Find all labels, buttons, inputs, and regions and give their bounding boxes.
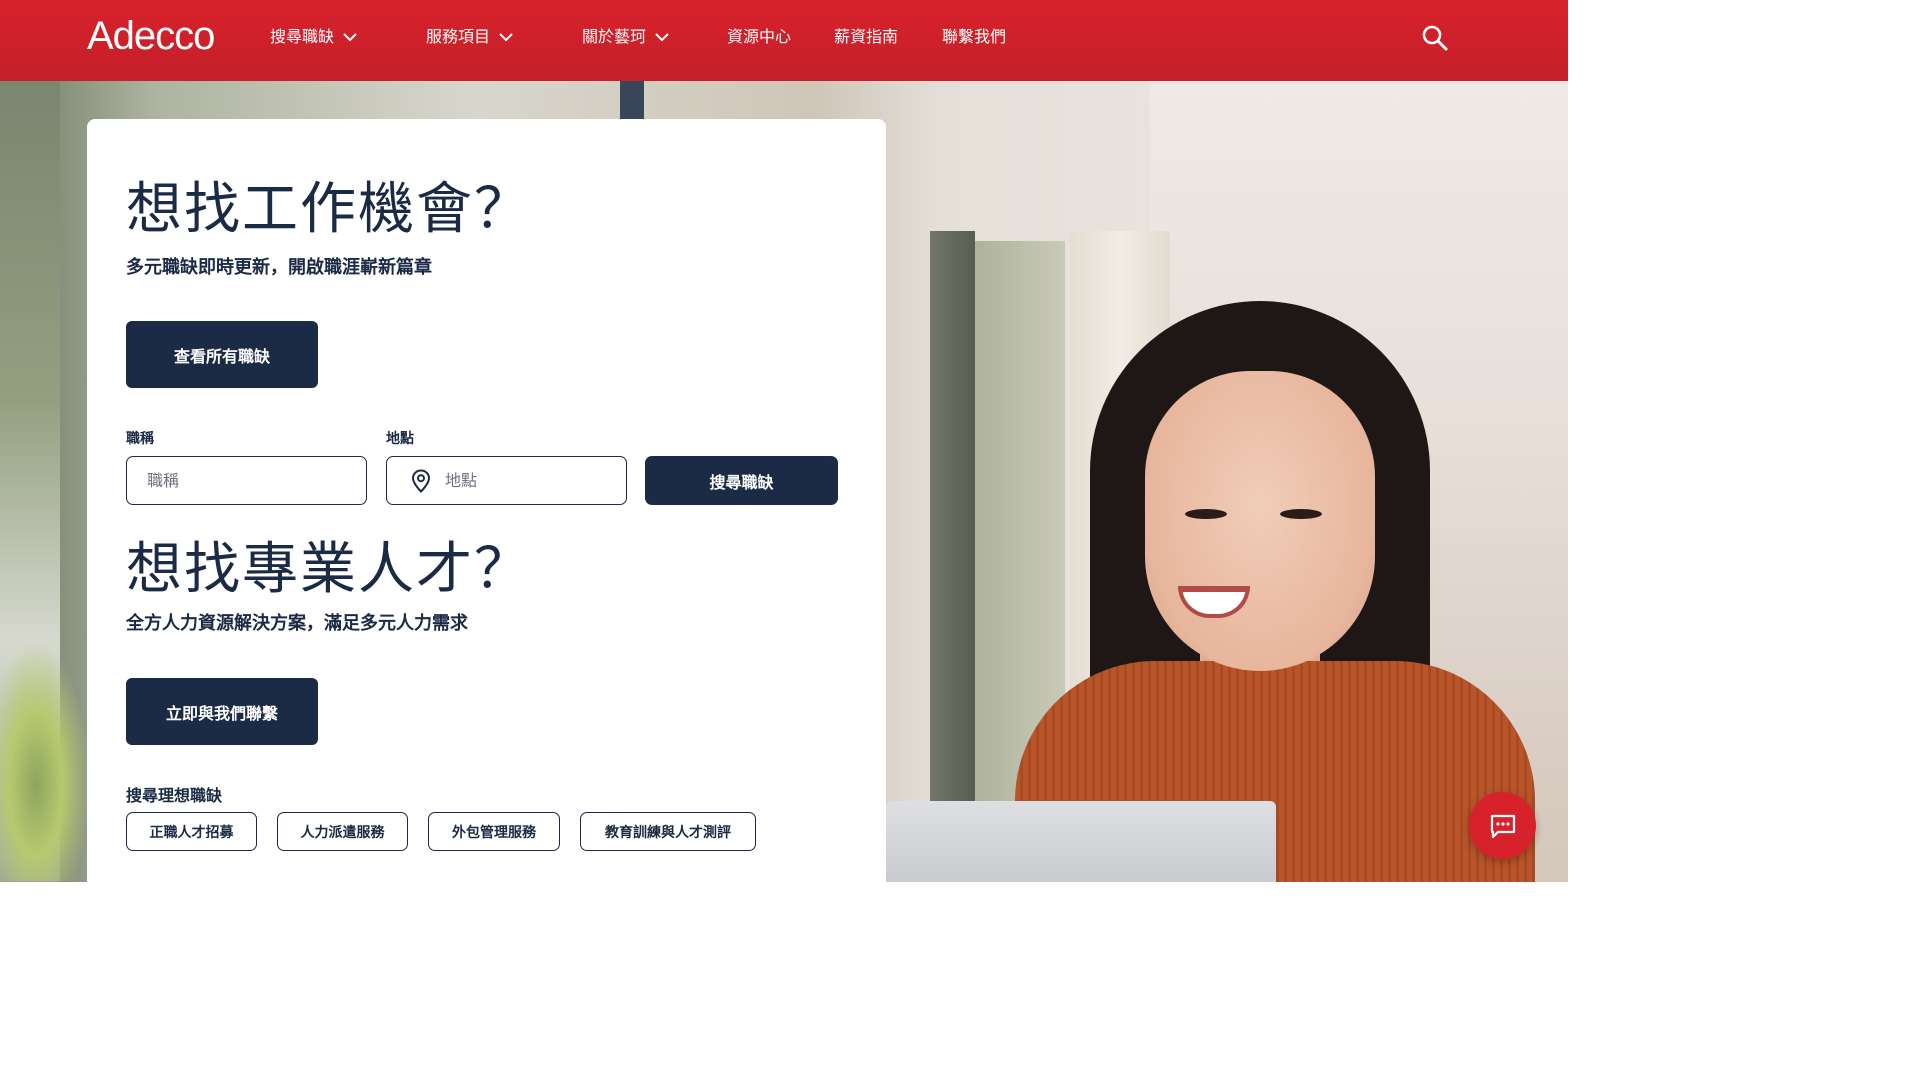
site-header: Adecco 搜尋職缺 服務項目 關於藝珂 資源中心 薪資指南 聯繫我們 — [0, 0, 1568, 81]
nav-item-search-jobs[interactable]: 搜尋職缺 — [270, 24, 358, 50]
nav-item-contact[interactable]: 聯繫我們 — [942, 24, 1006, 50]
location-label: 地點 — [386, 431, 414, 447]
nav-item-label: 服務項目 — [426, 27, 491, 46]
chevron-down-icon — [655, 33, 669, 42]
nav-item-salary-guide[interactable]: 薪資指南 — [834, 24, 898, 50]
job-title-field[interactable] — [126, 456, 367, 505]
job-title-label: 職稱 — [126, 431, 154, 447]
chat-icon — [1490, 814, 1515, 838]
chat-button[interactable] — [1469, 792, 1536, 859]
nav-item-label: 聯繫我們 — [942, 27, 1007, 46]
chip-outsourcing-management[interactable]: 外包管理服務 — [428, 812, 560, 851]
search-jobs-button[interactable]: 搜尋職缺 — [645, 456, 838, 505]
chip-training-assessment[interactable]: 教育訓練與人才測評 — [580, 812, 756, 851]
employer-subtitle: 全方人力資源解決方案，滿足多元人力需求 — [126, 613, 468, 634]
nav-item-label: 搜尋職缺 — [270, 27, 335, 46]
search-icon[interactable] — [1420, 23, 1450, 53]
nav-item-about[interactable]: 關於藝珂 — [582, 24, 670, 50]
nav-item-resources[interactable]: 資源中心 — [727, 24, 791, 50]
chevron-down-icon — [499, 33, 513, 42]
nav-item-label: 資源中心 — [727, 27, 792, 46]
map-pin-icon — [411, 468, 431, 493]
job-seeker-title: 想找工作機會？ — [126, 177, 532, 242]
job-seeker-subtitle: 多元職缺即時更新，開啟職涯嶄新篇章 — [126, 257, 432, 278]
location-input[interactable] — [445, 471, 626, 490]
quick-links-title: 搜尋理想職缺 — [126, 786, 223, 805]
chip-permanent-recruitment[interactable]: 正職人才招募 — [126, 812, 257, 851]
view-all-jobs-button[interactable]: 查看所有職缺 — [126, 321, 318, 388]
nav-item-label: 薪資指南 — [834, 27, 899, 46]
hero-card: 想找工作機會？ 多元職缺即時更新，開啟職涯嶄新篇章 查看所有職缺 職稱 地點 搜… — [87, 119, 886, 882]
chip-staffing-dispatch[interactable]: 人力派遣服務 — [277, 812, 408, 851]
location-field[interactable] — [386, 456, 627, 505]
adecco-logo[interactable]: Adecco — [87, 12, 215, 60]
employer-title: 想找專業人才？ — [126, 537, 532, 602]
job-title-input[interactable] — [147, 471, 366, 490]
chevron-down-icon — [343, 33, 357, 42]
contact-us-button[interactable]: 立即與我們聯繫 — [126, 678, 318, 745]
nav-item-label: 關於藝珂 — [582, 27, 647, 46]
nav-item-services[interactable]: 服務項目 — [426, 24, 514, 50]
